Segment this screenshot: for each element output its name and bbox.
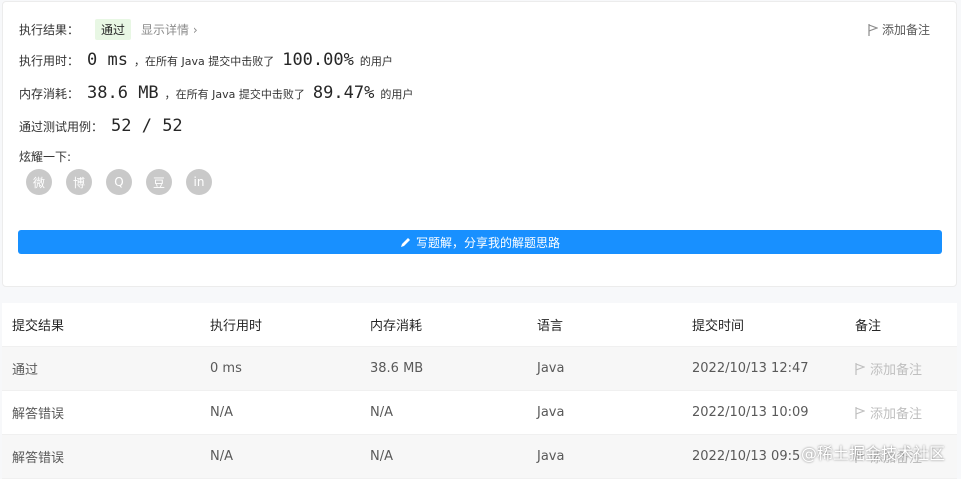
row-result[interactable]: 解答错误 bbox=[2, 390, 200, 435]
flag-icon bbox=[868, 23, 878, 36]
memory-value: 38.6 MB bbox=[87, 83, 159, 103]
watermark: @稀土掘金技术社区 bbox=[800, 444, 945, 463]
row-submit-time: 2022/10/13 10:09 bbox=[682, 390, 845, 435]
row-memory: 38.6 MB bbox=[360, 346, 527, 391]
runtime-suffix: 的用户 bbox=[359, 55, 393, 68]
pencil-icon bbox=[400, 237, 410, 247]
runtime-value: 0 ms bbox=[87, 50, 128, 70]
header-language: 语言 bbox=[527, 303, 682, 347]
tests-value: 52 / 52 bbox=[111, 116, 183, 136]
row-note-cell[interactable]: 添加备注 bbox=[845, 346, 957, 391]
row-result[interactable]: 解答错误 bbox=[2, 434, 200, 479]
result-row: 执行结果： 通过 显示详情 › bbox=[19, 19, 198, 40]
row-language: Java bbox=[527, 390, 682, 435]
row-note-label: 添加备注 bbox=[870, 363, 923, 378]
memory-suffix: 的用户 bbox=[380, 88, 414, 101]
result-card: 执行结果： 通过 显示详情 › 添加备注 执行用时： 0 ms ，在所有 Jav… bbox=[2, 1, 957, 287]
row-memory: N/A bbox=[360, 390, 527, 435]
tests-row: 通过测试用例： 52 / 52 bbox=[19, 116, 189, 136]
table-header-row: 提交结果 执行用时 内存消耗 语言 提交时间 备注 bbox=[2, 303, 957, 347]
header-note: 备注 bbox=[845, 303, 957, 347]
memory-percent: 89.47% bbox=[312, 83, 375, 103]
add-note-button[interactable]: 添加备注 bbox=[868, 21, 930, 38]
runtime-percent: 100.00% bbox=[282, 50, 354, 70]
show-details-link[interactable]: 显示详情 › bbox=[141, 21, 198, 38]
header-runtime: 执行用时 bbox=[200, 303, 360, 347]
row-runtime: N/A bbox=[200, 390, 360, 435]
share-icons: 微 博 Q 豆 in bbox=[26, 169, 212, 195]
memory-label: 内存消耗： bbox=[19, 87, 80, 101]
share-row: 炫耀一下: bbox=[19, 148, 71, 165]
flag-icon bbox=[855, 362, 865, 375]
row-submit-time: 2022/10/13 12:47 bbox=[682, 346, 845, 391]
write-solution-button[interactable]: 写题解，分享我的解题思路 bbox=[18, 230, 942, 254]
row-memory: N/A bbox=[360, 434, 527, 479]
result-label: 执行结果： bbox=[19, 23, 80, 37]
header-result: 提交结果 bbox=[2, 303, 200, 347]
row-result[interactable]: 通过 bbox=[2, 346, 200, 391]
linkedin-icon[interactable]: in bbox=[186, 169, 212, 195]
row-note-label: 添加备注 bbox=[870, 407, 923, 422]
status-badge: 通过 bbox=[95, 19, 132, 40]
row-language: Java bbox=[527, 346, 682, 391]
runtime-label: 执行用时： bbox=[19, 54, 80, 68]
runtime-text: ，在所有 Java 提交中击败了 bbox=[133, 55, 275, 68]
weibo-icon[interactable]: 博 bbox=[66, 169, 92, 195]
douban-icon[interactable]: 豆 bbox=[146, 169, 172, 195]
header-memory: 内存消耗 bbox=[360, 303, 527, 347]
table-row[interactable]: 解答错误 N/A N/A Java 2022/10/13 10:09 添加备注 bbox=[2, 390, 957, 435]
row-note-cell[interactable]: 添加备注 bbox=[845, 390, 957, 435]
memory-text: ，在所有 Java 提交中击败了 bbox=[164, 88, 305, 101]
runtime-row: 执行用时： 0 ms ，在所有 Java 提交中击败了 100.00% 的用户 bbox=[19, 50, 393, 70]
wechat-icon[interactable]: 微 bbox=[26, 169, 52, 195]
table-row[interactable]: 通过 0 ms 38.6 MB Java 2022/10/13 12:47 添加… bbox=[2, 346, 957, 391]
memory-row: 内存消耗： 38.6 MB ，在所有 Java 提交中击败了 89.47% 的用… bbox=[19, 83, 413, 103]
row-runtime: N/A bbox=[200, 434, 360, 479]
header-submit-time: 提交时间 bbox=[682, 303, 845, 347]
qq-icon[interactable]: Q bbox=[106, 169, 132, 195]
write-solution-label: 写题解，分享我的解题思路 bbox=[415, 235, 560, 250]
row-language: Java bbox=[527, 434, 682, 479]
tests-label: 通过测试用例： bbox=[19, 120, 104, 134]
add-note-label: 添加备注 bbox=[881, 23, 930, 37]
row-runtime: 0 ms bbox=[200, 346, 360, 391]
flag-icon bbox=[855, 406, 865, 419]
share-label: 炫耀一下: bbox=[19, 150, 72, 164]
